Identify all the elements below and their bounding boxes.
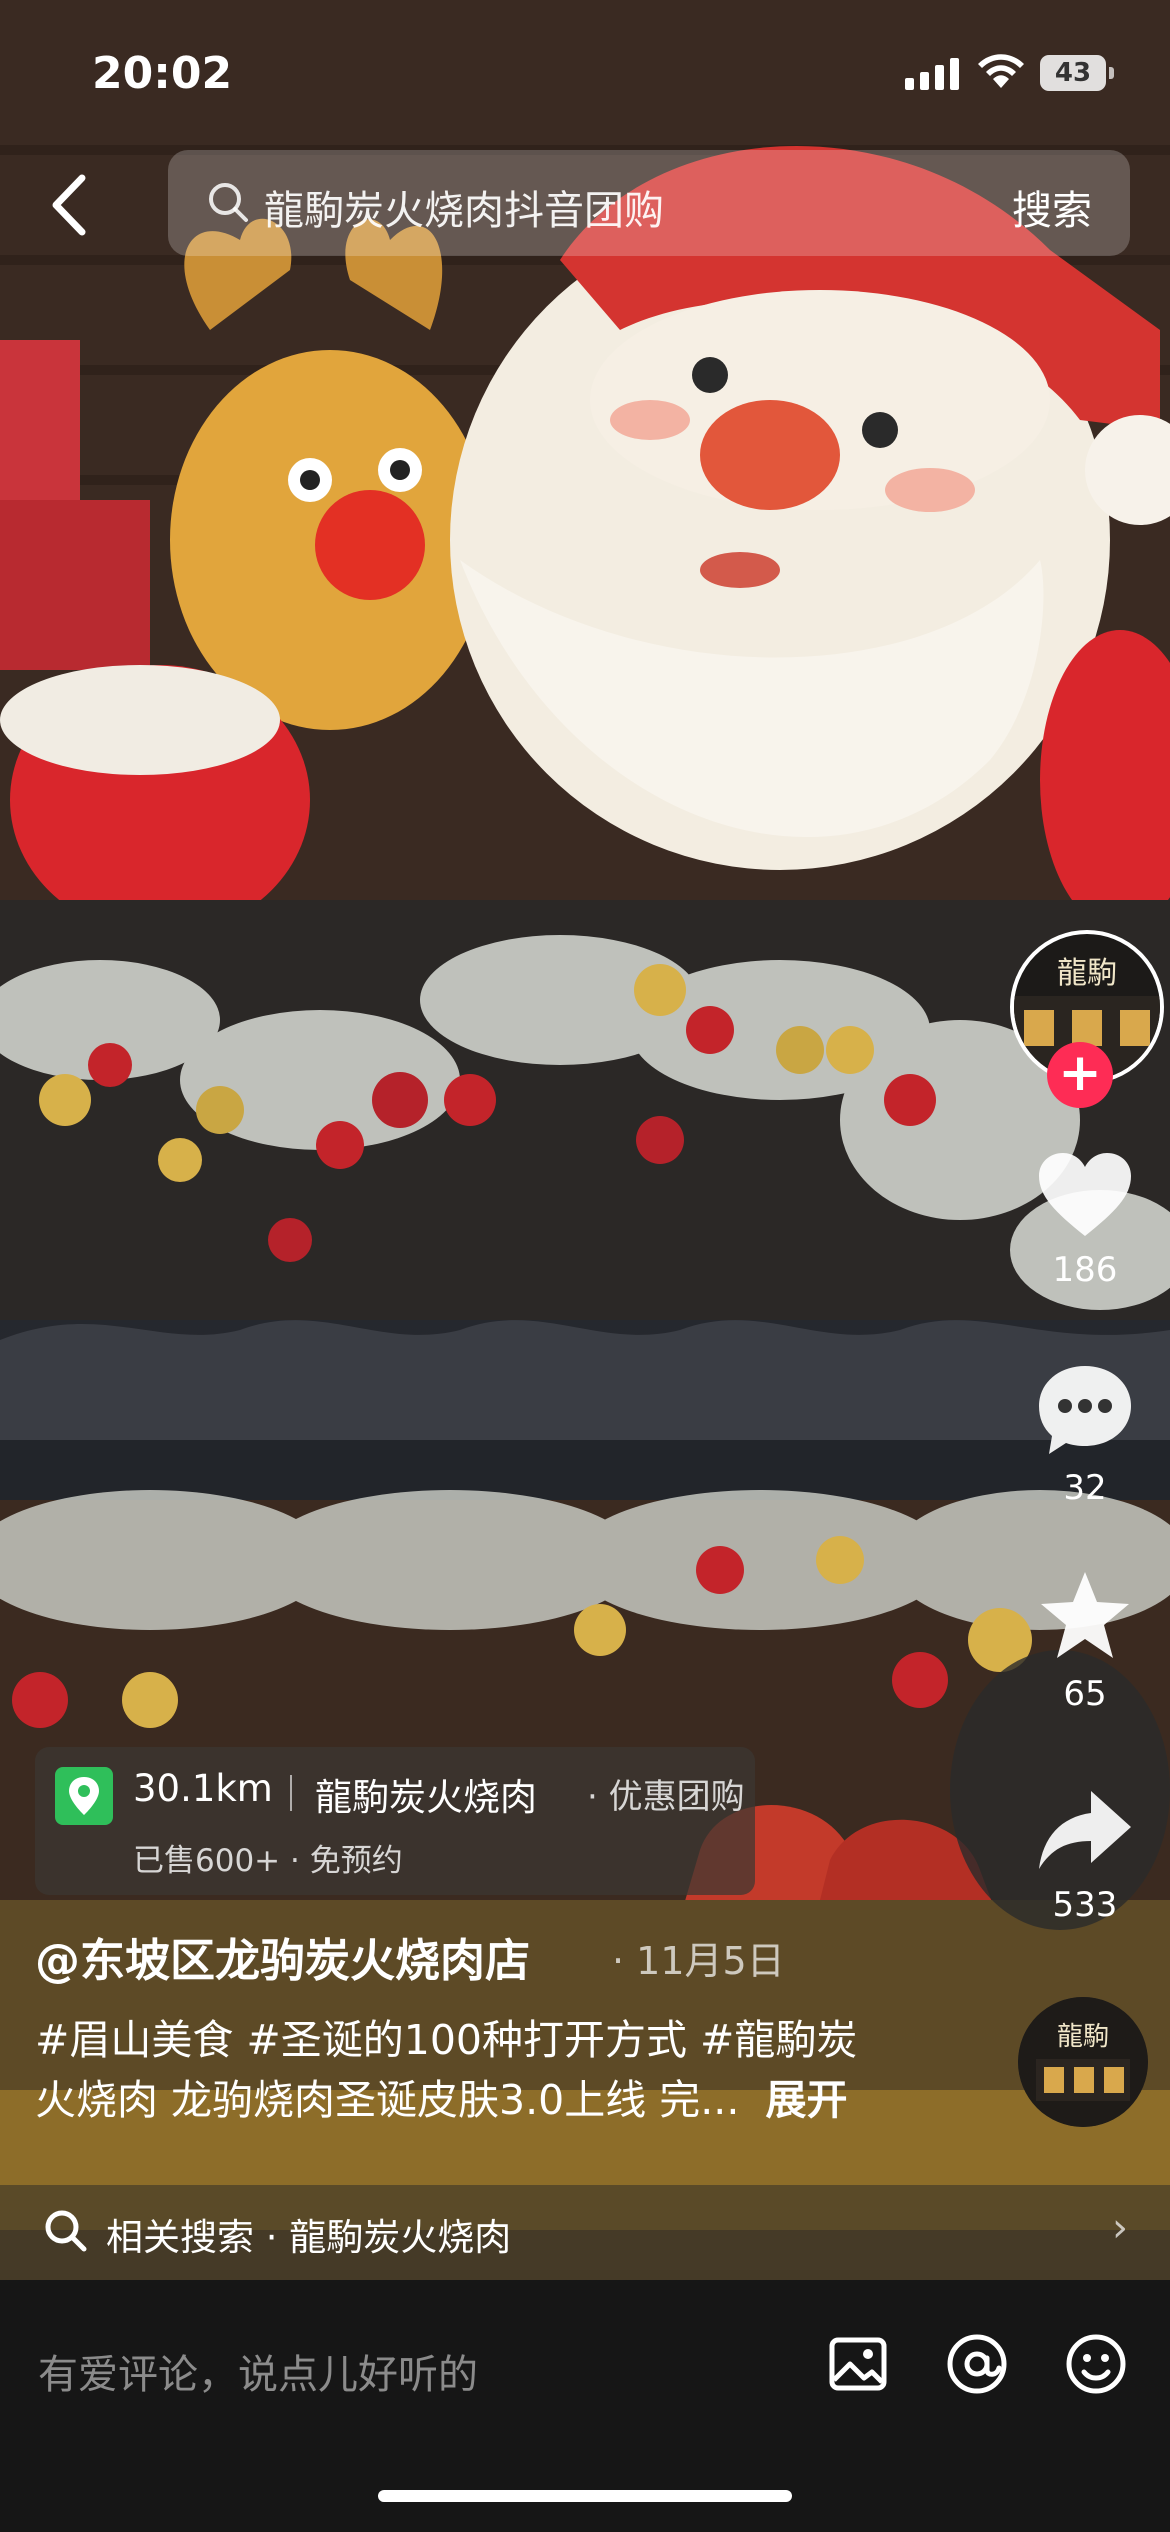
at-mention-icon[interactable]: [941, 2328, 1013, 2400]
location-pin-icon: [55, 1767, 113, 1825]
image-icon[interactable]: [822, 2328, 894, 2400]
poi-distance: 30.1km: [133, 1767, 273, 1810]
caption-line-2-text: 火烧肉 龙驹烧肉圣诞皮肤3.0上线 完...: [35, 2076, 740, 2124]
comment-count: 32: [1063, 1468, 1107, 1508]
cellular-signal-icon: [905, 58, 959, 90]
poi-name: 龍駒炭火烧肉: [315, 1776, 537, 1819]
home-indicator[interactable]: [378, 2490, 792, 2502]
search-bar[interactable]: 龍駒炭火烧肉抖音团购 搜索: [168, 150, 1130, 256]
avatar-label: 龍駒: [1057, 956, 1117, 991]
search-query[interactable]: 龍駒炭火烧肉抖音团购: [264, 178, 664, 236]
status-bar: 20:02 43: [0, 0, 1170, 140]
post-date: · 11月5日: [612, 1939, 785, 1983]
related-search-bar[interactable]: 相关搜索 · 龍駒炭火烧肉 ›: [0, 2185, 1170, 2280]
poi-divider: [290, 1775, 292, 1811]
poi-tag: · 优惠团购: [587, 1777, 745, 1817]
search-icon: [209, 183, 248, 222]
poi-card[interactable]: 30.1km 龍駒炭火烧肉 · 优惠团购 已售600+ · 免预约: [35, 1747, 755, 1895]
favorite-count: 65: [1063, 1674, 1107, 1714]
search-button[interactable]: 搜索: [1012, 178, 1092, 236]
caption-line-2: 火烧肉 龙驹烧肉圣诞皮肤3.0上线 完... 展开: [35, 2070, 895, 2130]
heart-icon: [1039, 1153, 1131, 1236]
wifi-icon: [978, 54, 1024, 88]
like-button[interactable]: 186: [1020, 1150, 1150, 1290]
caption-line-1: #眉山美食 #圣诞的100种打开方式 #龍駒炭: [35, 2016, 858, 2064]
favorite-button[interactable]: 65: [1020, 1568, 1150, 1714]
share-button[interactable]: 533: [1020, 1785, 1150, 1925]
emoji-icon[interactable]: [1060, 2328, 1132, 2400]
post-caption[interactable]: #眉山美食 #圣诞的100种打开方式 #龍駒炭 火烧肉 龙驹烧肉圣诞皮肤3.0上…: [35, 2010, 895, 2130]
comment-input[interactable]: 有爱评论，说点儿好听的: [38, 2342, 478, 2400]
star-icon: [1041, 1572, 1129, 1658]
battery-indicator: 43: [1040, 55, 1114, 91]
video-screen: 20:02 43 龍駒炭火烧肉抖音团购 搜索 龍駒 + 186 32 65 53…: [0, 0, 1170, 2532]
back-arrow-icon[interactable]: [40, 170, 100, 240]
share-count: 533: [1052, 1885, 1118, 1925]
search-icon: [45, 2210, 87, 2252]
chevron-right-icon: ›: [1112, 2205, 1128, 2251]
comment-button[interactable]: 32: [1020, 1362, 1150, 1508]
music-disc[interactable]: 龍駒: [1018, 1997, 1148, 2127]
clock: 20:02: [92, 48, 233, 99]
expand-button[interactable]: 展开: [765, 2076, 847, 2124]
share-arrow-icon: [1039, 1791, 1131, 1869]
svg-text:龍駒: 龍駒: [1057, 2022, 1109, 2052]
follow-button[interactable]: +: [1047, 1042, 1113, 1108]
comment-bubble-icon: [1039, 1366, 1131, 1454]
related-search-label: 相关搜索 · 龍駒炭火烧肉: [106, 2216, 512, 2259]
author-name[interactable]: @东坡区龙驹炭火烧肉店: [35, 1924, 530, 1989]
poi-subtitle: 已售600+ · 免预约: [133, 1843, 403, 1879]
music-cover-image: 龍駒: [1018, 1997, 1148, 2127]
like-count: 186: [1052, 1250, 1118, 1290]
